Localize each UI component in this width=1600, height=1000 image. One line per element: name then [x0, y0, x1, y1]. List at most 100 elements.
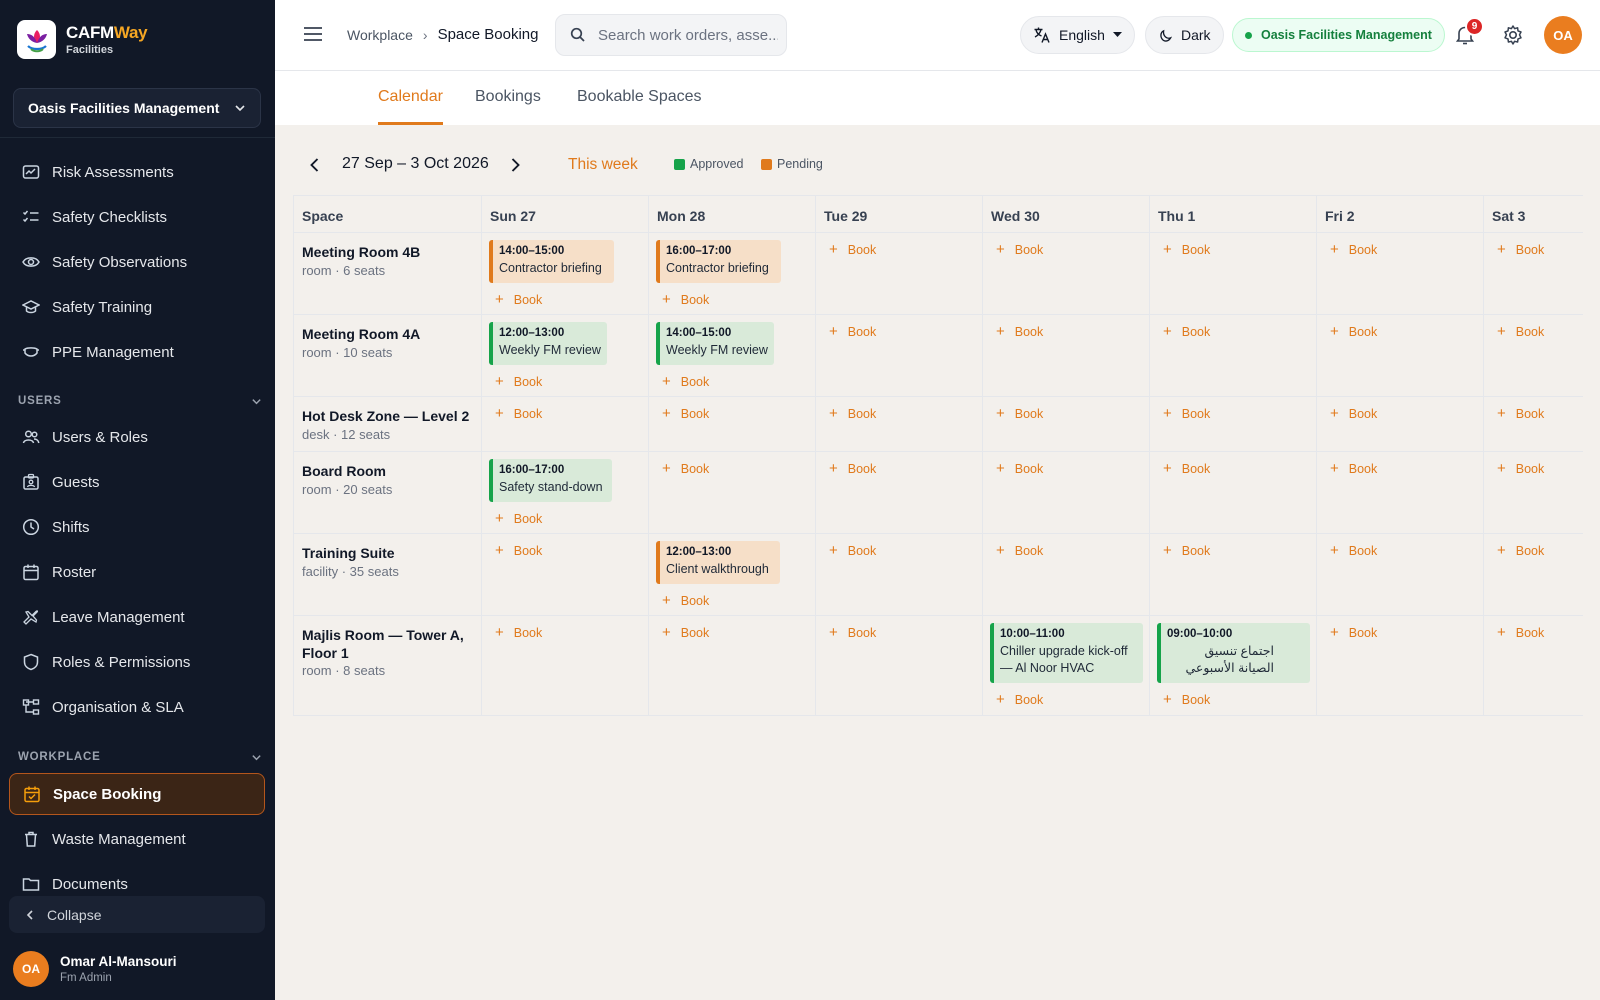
sidebar-item-label: Space Booking: [53, 785, 162, 803]
collapse-button[interactable]: Collapse: [9, 896, 265, 933]
sidebar-item-organisation-sla[interactable]: Organisation & SLA: [9, 686, 265, 728]
book-button[interactable]: + Book: [495, 291, 542, 308]
sidebar-item-roles-permissions[interactable]: Roles & Permissions: [9, 641, 265, 683]
search-input[interactable]: [598, 26, 778, 44]
book-button[interactable]: + Book: [996, 542, 1043, 559]
book-button[interactable]: + Book: [662, 373, 709, 390]
sidebar-item-leave-management[interactable]: Leave Management: [9, 596, 265, 638]
book-button[interactable]: + Book: [495, 405, 542, 422]
book-label: Book: [680, 292, 710, 307]
user-profile[interactable]: OA Omar Al-Mansouri Fm Admin: [13, 951, 177, 987]
book-button[interactable]: + Book: [829, 405, 876, 422]
book-button[interactable]: + Book: [662, 624, 709, 641]
booking-card[interactable]: 16:00–17:00 Safety stand-down: [489, 459, 612, 502]
booking-card[interactable]: 16:00–17:00 Contractor briefing: [656, 240, 781, 283]
book-button[interactable]: + Book: [662, 291, 709, 308]
booking-time: 12:00–13:00: [666, 546, 732, 558]
booking-card[interactable]: 14:00–15:00 Weekly FM review: [656, 322, 774, 365]
book-button[interactable]: + Book: [1163, 460, 1210, 477]
booking-title: Client walkthrough: [666, 562, 769, 576]
book-button[interactable]: + Book: [829, 460, 876, 477]
sidebar-item-users-roles[interactable]: Users & Roles: [9, 416, 265, 458]
book-button[interactable]: + Book: [1330, 405, 1377, 422]
booking-card[interactable]: 10:00–11:00 Chiller upgrade kick-off — Al…: [990, 623, 1143, 683]
book-button[interactable]: + Book: [1497, 542, 1544, 559]
tab-calendar[interactable]: Calendar: [378, 88, 443, 125]
gear-icon[interactable]: [1502, 24, 1524, 51]
book-button[interactable]: + Book: [1330, 624, 1377, 641]
book-button[interactable]: + Book: [1497, 323, 1544, 340]
book-button[interactable]: + Book: [1497, 460, 1544, 477]
book-button[interactable]: + Book: [1330, 460, 1377, 477]
sidebar-item-risk-assessments[interactable]: Risk Assessments: [9, 151, 265, 193]
booking-card[interactable]: 12:00–13:00 Client walkthrough: [656, 541, 780, 584]
previous-week-button[interactable]: [305, 155, 325, 180]
plus-icon: +: [996, 405, 1005, 422]
plus-icon: +: [996, 460, 1005, 477]
book-button[interactable]: + Book: [495, 373, 542, 390]
booking-time: 14:00–15:00: [499, 245, 565, 257]
plus-icon: +: [1330, 460, 1339, 477]
book-button[interactable]: + Book: [662, 460, 709, 477]
book-button[interactable]: + Book: [1330, 542, 1377, 559]
sidebar-item-shifts[interactable]: Shifts: [9, 506, 265, 548]
sidebar-item-safety-checklists[interactable]: Safety Checklists: [9, 196, 265, 238]
book-button[interactable]: + Book: [829, 542, 876, 559]
book-button[interactable]: + Book: [1497, 241, 1544, 258]
book-button[interactable]: + Book: [1330, 241, 1377, 258]
book-button[interactable]: + Book: [495, 542, 542, 559]
breadcrumb-workplace[interactable]: Workplace: [347, 27, 413, 43]
book-button[interactable]: + Book: [996, 241, 1043, 258]
this-week-button[interactable]: This week: [568, 156, 638, 174]
plus-icon: +: [1330, 241, 1339, 258]
book-button[interactable]: + Book: [1163, 542, 1210, 559]
booking-card[interactable]: 14:00–15:00 Contractor briefing: [489, 240, 614, 283]
section-header-workplace[interactable]: WORKPLACE: [18, 751, 262, 763]
book-button[interactable]: + Book: [829, 624, 876, 641]
book-button[interactable]: + Book: [1497, 624, 1544, 641]
sidebar-item-guests[interactable]: Guests: [9, 461, 265, 503]
book-button[interactable]: + Book: [1163, 323, 1210, 340]
next-week-button[interactable]: [505, 155, 525, 180]
book-button[interactable]: + Book: [996, 323, 1043, 340]
booking-card[interactable]: 12:00–13:00 Weekly FM review: [489, 322, 607, 365]
status-dot: [1245, 31, 1252, 39]
book-button[interactable]: + Book: [1163, 405, 1210, 422]
sidebar-item-roster[interactable]: Roster: [9, 551, 265, 593]
book-button[interactable]: + Book: [662, 592, 709, 609]
plus-icon: +: [495, 510, 504, 527]
sidebar-item-ppe-management[interactable]: PPE Management: [9, 331, 265, 373]
guest-badge-icon: [22, 473, 40, 491]
book-button[interactable]: + Book: [495, 624, 542, 641]
book-button[interactable]: + Book: [829, 241, 876, 258]
org-status-pill[interactable]: Oasis Facilities Management: [1232, 18, 1445, 52]
avatar[interactable]: OA: [1544, 16, 1582, 54]
sidebar-item-safety-observations[interactable]: Safety Observations: [9, 241, 265, 283]
sidebar-item-waste-management[interactable]: Waste Management: [9, 818, 265, 860]
book-button[interactable]: + Book: [996, 460, 1043, 477]
book-button[interactable]: + Book: [662, 405, 709, 422]
menu-icon[interactable]: [303, 25, 323, 48]
book-button[interactable]: + Book: [829, 323, 876, 340]
book-button[interactable]: + Book: [996, 405, 1043, 422]
book-label: Book: [1348, 543, 1378, 558]
booking-card[interactable]: 09:00–10:00 اجتماع تنسيق الصيانة الأسبوعي: [1157, 623, 1310, 683]
sidebar-item-space-booking[interactable]: Space Booking: [9, 773, 265, 815]
plus-icon: +: [1163, 241, 1172, 258]
org-selector[interactable]: Oasis Facilities Management: [13, 88, 261, 128]
book-label: Book: [513, 543, 543, 558]
brand[interactable]: CAFMWay Facilities: [17, 20, 148, 59]
book-button[interactable]: + Book: [1330, 323, 1377, 340]
theme-toggle[interactable]: Dark: [1145, 16, 1224, 54]
book-button[interactable]: + Book: [1163, 241, 1210, 258]
tab-bookings[interactable]: Bookings: [475, 88, 541, 125]
book-button[interactable]: + Book: [996, 691, 1043, 708]
book-button[interactable]: + Book: [495, 510, 542, 527]
tab-bookable-spaces[interactable]: Bookable Spaces: [577, 88, 702, 125]
sidebar-item-safety-training[interactable]: Safety Training: [9, 286, 265, 328]
book-button[interactable]: + Book: [1497, 405, 1544, 422]
language-selector[interactable]: English: [1020, 16, 1135, 54]
book-button[interactable]: + Book: [1163, 691, 1210, 708]
search-box[interactable]: [555, 14, 787, 56]
section-header-users[interactable]: USERS: [18, 395, 262, 407]
